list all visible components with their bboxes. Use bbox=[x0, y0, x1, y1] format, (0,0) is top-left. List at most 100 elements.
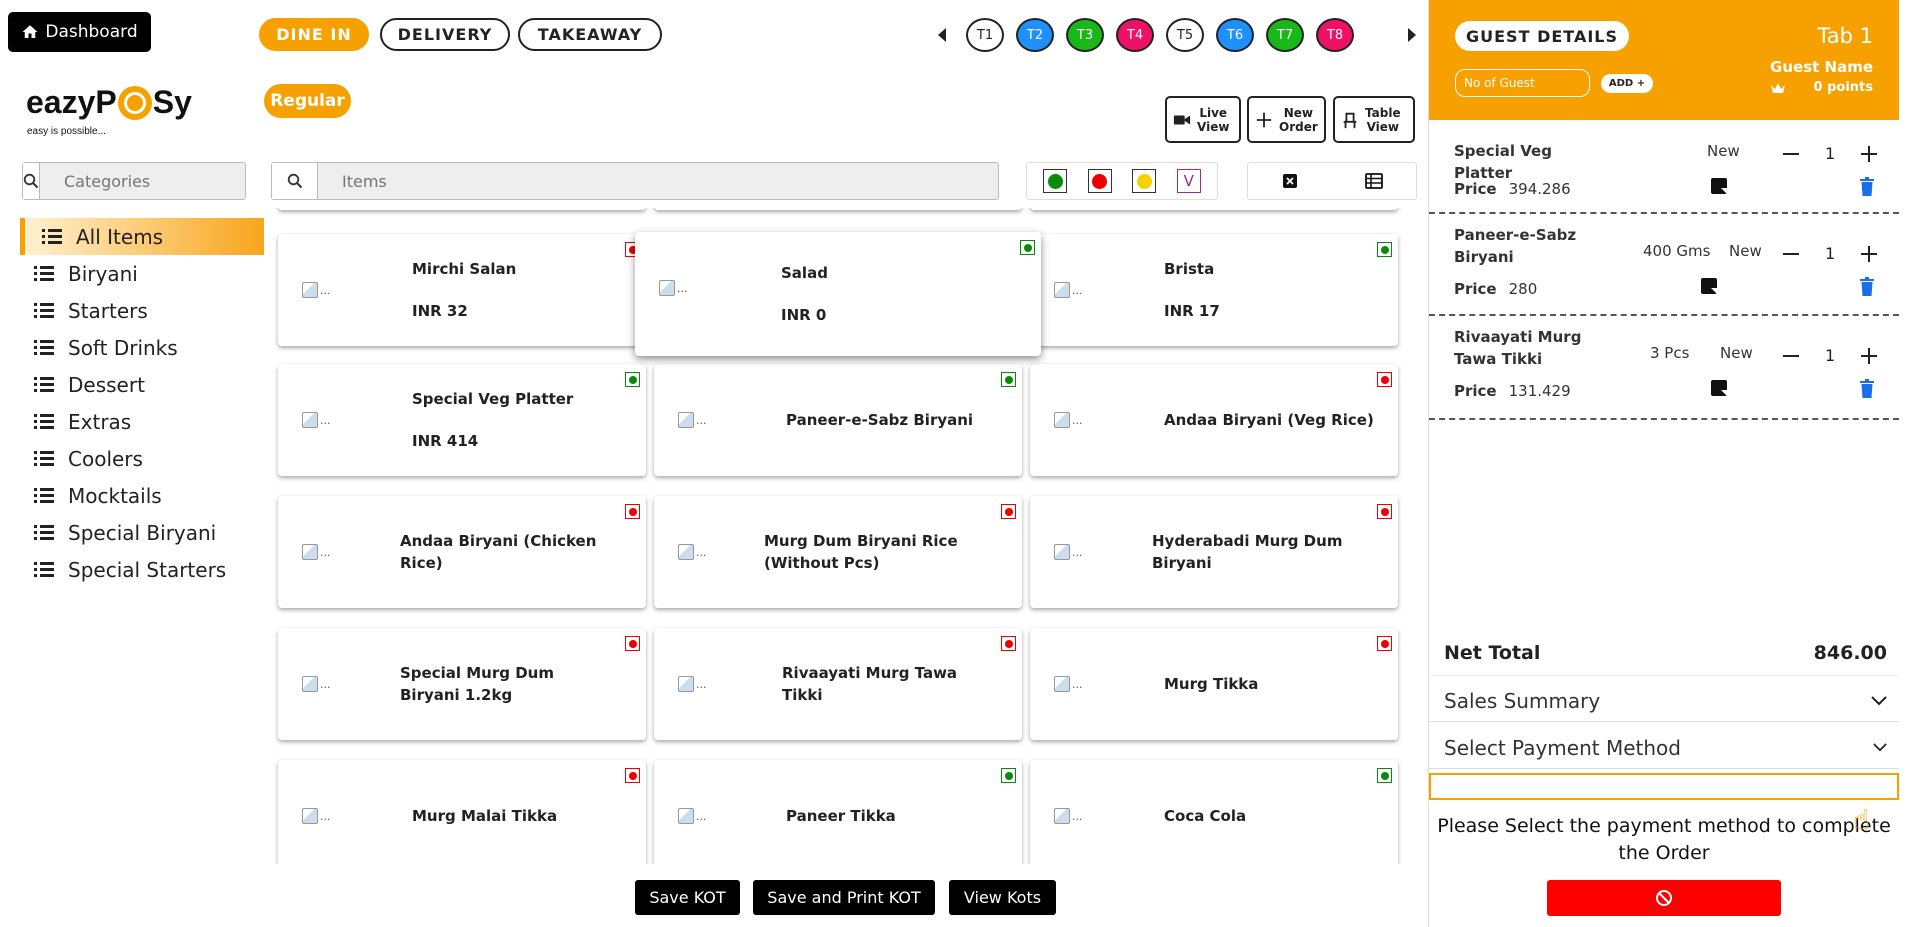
cancel-order-button[interactable] bbox=[1547, 880, 1781, 916]
category-starters[interactable]: Starters bbox=[20, 292, 264, 329]
table-tab-t8[interactable]: T8 bbox=[1316, 18, 1354, 52]
pointing-hand-icon: ☝ bbox=[1853, 803, 1871, 836]
category-special-biryani[interactable]: Special Biryani bbox=[20, 514, 264, 551]
table-tab-t3[interactable]: T3 bbox=[1066, 18, 1104, 52]
increment-icon[interactable] bbox=[1861, 347, 1878, 364]
increment-icon[interactable] bbox=[1861, 245, 1878, 262]
category-all-items[interactable]: All Items bbox=[20, 218, 264, 255]
price-list-badge[interactable]: Regular bbox=[264, 84, 351, 118]
category-soft-drinks[interactable]: Soft Drinks bbox=[20, 329, 264, 366]
table-tab-t2[interactable]: T2 bbox=[1016, 18, 1054, 52]
clear-filter-icon[interactable] bbox=[1282, 173, 1298, 189]
sales-summary-accordion[interactable]: Sales Summary bbox=[1429, 680, 1899, 722]
item-card[interactable]: ... Murg Dum Biryani Rice (Without Pcs) bbox=[654, 496, 1022, 608]
item-card[interactable]: ... Mirchi Salan INR 32 bbox=[278, 234, 646, 346]
nonveg-indicator-icon bbox=[1001, 636, 1016, 651]
veg-filter[interactable] bbox=[1043, 169, 1068, 193]
item-name: Andaa Biryani (Veg Rice) bbox=[1164, 411, 1374, 429]
item-card[interactable]: ... Special Murg Dum Biryani 1.2kg bbox=[278, 628, 646, 740]
save-kot-button[interactable]: Save KOT bbox=[635, 880, 740, 915]
item-card[interactable]: ... Paneer-e-Sabz Biryani bbox=[654, 364, 1022, 476]
item-card[interactable]: ... Murg Tikka bbox=[1030, 628, 1398, 740]
note-icon[interactable] bbox=[1711, 380, 1727, 396]
table-tab-t4[interactable]: T4 bbox=[1116, 18, 1154, 52]
nonveg-dot-icon bbox=[1092, 173, 1108, 189]
note-icon[interactable] bbox=[1711, 178, 1727, 194]
payment-method-slot[interactable] bbox=[1429, 773, 1899, 800]
item-card[interactable]: ... Paneer Tikka bbox=[654, 760, 1022, 864]
item-card[interactable]: ... Coca Cola bbox=[1030, 760, 1398, 864]
dashboard-button[interactable]: Dashboard bbox=[8, 12, 151, 52]
price-value: 394.286 bbox=[1508, 180, 1571, 198]
trash-icon[interactable] bbox=[1859, 177, 1875, 197]
trash-icon[interactable] bbox=[1859, 379, 1875, 399]
category-special-starters[interactable]: Special Starters bbox=[20, 551, 264, 588]
new-order-button[interactable]: New Order bbox=[1247, 96, 1326, 143]
item-card[interactable]: ... Special Veg Platter INR 414 bbox=[278, 364, 646, 476]
order-type-delivery[interactable]: DELIVERY bbox=[380, 18, 510, 51]
item-info: Special Veg Platter INR 414 bbox=[412, 364, 622, 476]
egg-dot-icon bbox=[1136, 173, 1152, 189]
item-image: ... bbox=[302, 277, 334, 303]
item-card[interactable]: ... Rivaayati Murg Tawa Tikki bbox=[654, 628, 1022, 740]
dashboard-label: Dashboard bbox=[45, 22, 138, 42]
item-name: Mirchi Salan bbox=[412, 260, 517, 278]
table-tab-t1[interactable]: T1 bbox=[966, 18, 1004, 52]
live-view-button[interactable]: Live View bbox=[1165, 96, 1241, 143]
item-info: Salad INR 0 bbox=[781, 232, 991, 356]
guest-count-input[interactable] bbox=[1455, 69, 1590, 97]
nonveg-filter[interactable] bbox=[1087, 169, 1112, 193]
search-icon[interactable] bbox=[23, 163, 40, 199]
category-extras[interactable]: Extras bbox=[20, 403, 264, 440]
diet-filters: V bbox=[1026, 162, 1218, 200]
table-view-button[interactable]: Table View bbox=[1333, 96, 1415, 143]
table-tab-t7[interactable]: T7 bbox=[1266, 18, 1304, 52]
category-label: All Items bbox=[76, 224, 164, 249]
add-guest-button[interactable]: ADD + bbox=[1601, 74, 1653, 93]
view-kots-button[interactable]: View Kots bbox=[949, 880, 1056, 915]
item-name: Coca Cola bbox=[1164, 807, 1247, 825]
payment-method-accordion[interactable]: Select Payment Method bbox=[1429, 727, 1899, 769]
caret-right-icon[interactable] bbox=[1408, 28, 1416, 42]
trash-icon[interactable] bbox=[1859, 277, 1875, 297]
decrement-icon[interactable] bbox=[1783, 252, 1799, 255]
caret-left-icon[interactable] bbox=[938, 28, 946, 42]
decrement-icon[interactable] bbox=[1783, 354, 1799, 357]
logo-text-b: Sy bbox=[152, 84, 192, 120]
category-dessert[interactable]: Dessert bbox=[20, 366, 264, 403]
egg-filter[interactable] bbox=[1132, 169, 1157, 193]
vegan-filter[interactable]: V bbox=[1176, 169, 1201, 193]
category-search-input[interactable] bbox=[40, 163, 264, 199]
item-card[interactable]: ... Salad INR 0 bbox=[635, 232, 1041, 356]
net-total-label: Net Total bbox=[1444, 642, 1541, 664]
order-line-count: 1 bbox=[1825, 346, 1836, 365]
order-type-dine-in[interactable]: DINE IN bbox=[259, 18, 369, 51]
category-mocktails[interactable]: Mocktails bbox=[20, 477, 264, 514]
increment-icon[interactable] bbox=[1861, 145, 1878, 162]
scrolled-row-stub bbox=[264, 208, 1404, 210]
table-tab-t5[interactable]: T5 bbox=[1166, 18, 1204, 52]
item-card[interactable]: ... Andaa Biryani (Chicken Rice) bbox=[278, 496, 646, 608]
save-print-kot-button[interactable]: Save and Print KOT bbox=[753, 880, 935, 915]
item-card[interactable]: ... Brista INR 17 bbox=[1030, 234, 1398, 346]
search-icon[interactable] bbox=[272, 163, 318, 199]
item-image: ... bbox=[1054, 671, 1086, 697]
category-biryani[interactable]: Biryani bbox=[20, 255, 264, 292]
item-card[interactable]: ... Andaa Biryani (Veg Rice) bbox=[1030, 364, 1398, 476]
order-type-takeaway[interactable]: TAKEAWAY bbox=[518, 18, 662, 51]
item-search bbox=[271, 162, 999, 200]
note-icon[interactable] bbox=[1701, 278, 1717, 294]
crown-icon bbox=[1770, 82, 1785, 93]
list-icon bbox=[34, 265, 54, 282]
decrement-icon[interactable] bbox=[1783, 152, 1799, 155]
veg-indicator-icon bbox=[1377, 768, 1392, 783]
item-card[interactable]: ... Hyderabadi Murg Dum Biryani bbox=[1030, 496, 1398, 608]
table-tab-t6[interactable]: T6 bbox=[1216, 18, 1254, 52]
veg-indicator-icon bbox=[1377, 242, 1392, 257]
item-search-input[interactable] bbox=[318, 163, 998, 199]
guest-details-button[interactable]: GUEST DETAILS bbox=[1455, 21, 1629, 51]
item-card[interactable]: ... Murg Malai Tikka bbox=[278, 760, 646, 864]
category-list: All Items Biryani Starters Soft Drinks D… bbox=[20, 218, 264, 588]
table-list-icon[interactable] bbox=[1364, 173, 1383, 189]
category-coolers[interactable]: Coolers bbox=[20, 440, 264, 477]
